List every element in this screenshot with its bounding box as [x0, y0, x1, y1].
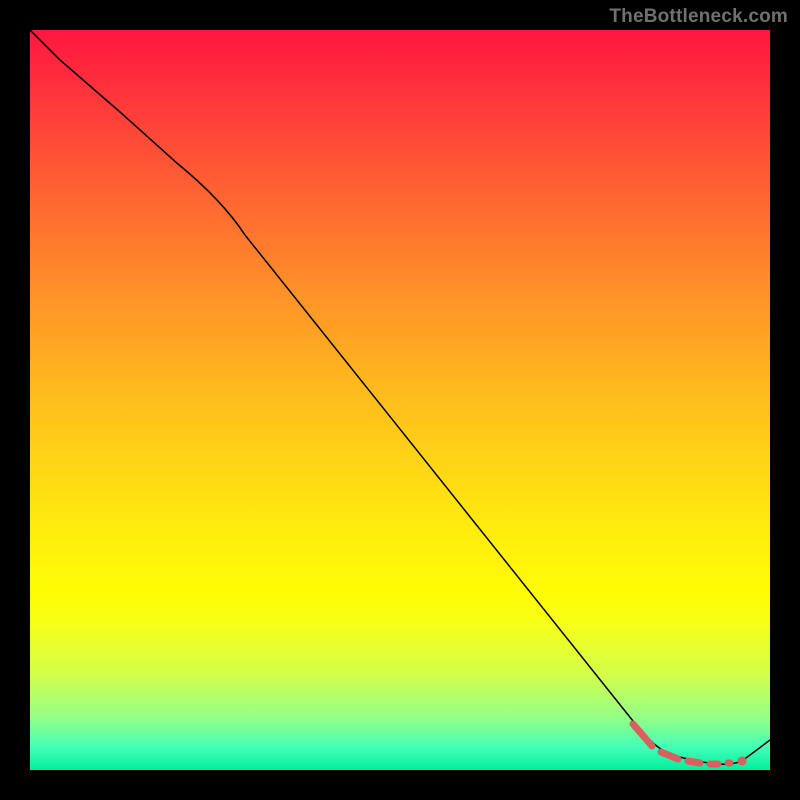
attribution-label: TheBottleneck.com: [609, 6, 788, 28]
bottleneck-curve: [30, 30, 770, 764]
plot-area: [30, 30, 770, 770]
current-position-dot: [738, 757, 747, 766]
plot-svg: [30, 30, 770, 770]
chart-stage: TheBottleneck.com: [0, 0, 800, 800]
